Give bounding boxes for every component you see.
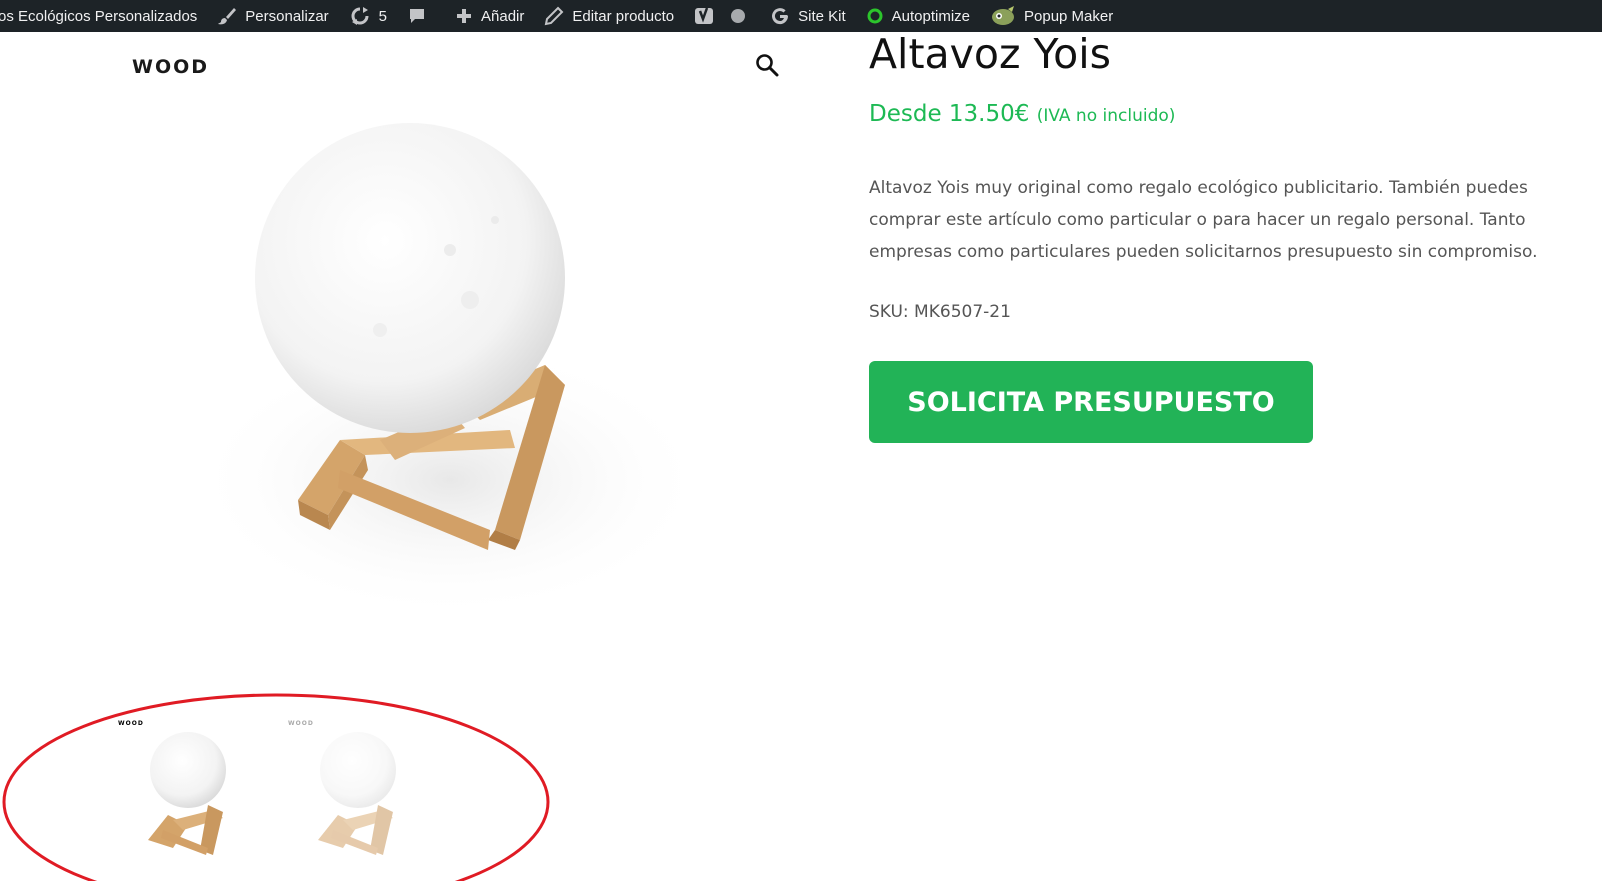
zoom-button[interactable] [752,50,782,80]
edit-product-label: Editar producto [572,7,675,25]
updates-count: 5 [378,7,388,25]
price-suffix: (IVA no incluido) [1036,106,1176,126]
site-name-link[interactable]: galos Ecológicos Personalizados [0,0,207,32]
admin-bar: galos Ecológicos Personalizados Personal… [0,0,1602,32]
thumbnail-image [318,732,396,855]
product-image[interactable] [150,110,750,630]
pencil-icon [545,6,564,26]
updates-link[interactable]: 5 [339,0,397,32]
autoptimize-ring-icon [867,8,883,24]
refresh-icon [351,7,369,25]
popup-maker-link[interactable]: Popup Maker [980,0,1123,32]
autoptimize-link[interactable]: Autoptimize [856,0,980,32]
customize-label: Personalizar [245,7,329,25]
site-kit-label: Site Kit [798,7,846,25]
plus-icon [457,9,472,23]
thumbnail-2[interactable]: WOOD [288,720,438,880]
request-quote-button[interactable]: SOLICITA PRESUPUESTO [869,361,1313,443]
comment-icon [410,9,425,23]
popup-maker-icon [992,6,1015,25]
autoptimize-label: Autoptimize [891,7,971,25]
comments-link[interactable] [397,0,445,32]
brand-logo: WOOD [132,56,210,78]
add-new-link[interactable]: Añadir [445,0,534,32]
thumbnail-brand: WOOD [118,720,144,727]
search-icon [756,54,779,77]
edit-product-link[interactable]: Editar producto [534,0,684,32]
yoast-menu[interactable] [684,0,760,32]
product-price: Desde 13.50€ (IVA no incluido) [869,101,1175,127]
thumbnail-image [148,732,226,855]
add-new-label: Añadir [481,7,525,25]
product-description: Altavoz Yois muy original como regalo ec… [869,178,1538,262]
popup-maker-label: Popup Maker [1024,7,1114,25]
product-title: Altavoz Yois [869,30,1111,78]
status-dot-icon [731,9,746,23]
thumbnail-1[interactable]: WOOD [118,720,268,880]
price-amount: Desde 13.50€ [869,101,1030,127]
paintbrush-icon [218,8,237,25]
product-sku: SKU: MK6507-21 [869,302,1011,322]
site-kit-link[interactable]: Site Kit [760,0,856,32]
gallery-thumbnails: WOOD WOOD [0,700,560,881]
customize-link[interactable]: Personalizar [207,0,338,32]
site-name-label: galos Ecológicos Personalizados [0,7,198,25]
google-icon [772,8,789,25]
yoast-icon [695,7,714,24]
moon-sphere-graphic [255,123,565,433]
